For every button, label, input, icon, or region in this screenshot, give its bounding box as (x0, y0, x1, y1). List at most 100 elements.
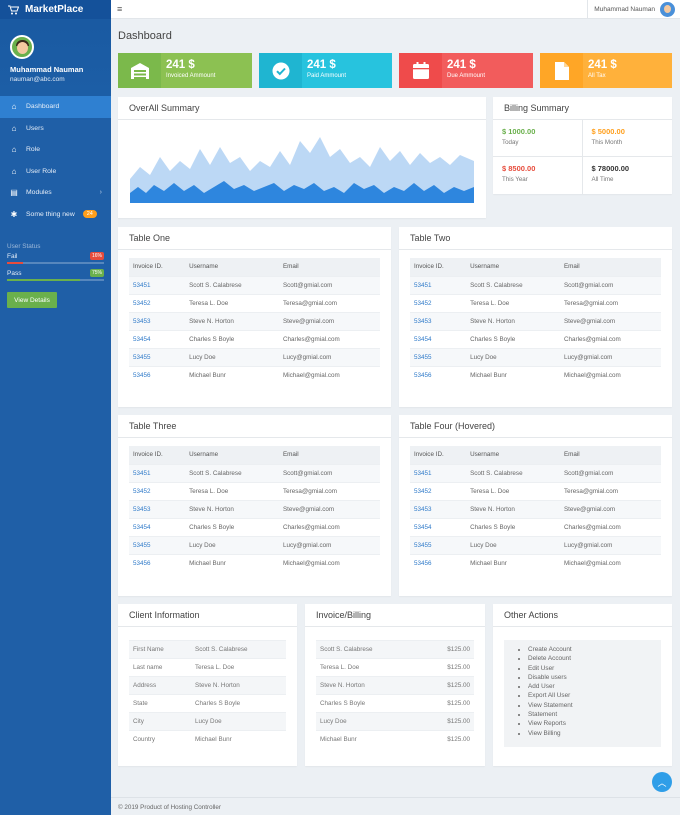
stat-tax[interactable]: 241 $ All Tax (540, 53, 672, 88)
table-row[interactable]: 53451 Scott S. Calabrese Scott@gmial.com (129, 463, 380, 482)
stat-paid[interactable]: 241 $ Paid Ammount (259, 53, 392, 88)
field-label: Address (129, 676, 191, 695)
table-row[interactable]: 53453 Steve N. Horton Steve@gmial.com (410, 499, 661, 518)
invoice-id-cell[interactable]: 53453 (410, 311, 467, 330)
invoice-id-cell[interactable]: 53454 (410, 329, 467, 348)
table-row: Address Steve N. Horton (129, 676, 286, 695)
amount: $125.00 (418, 640, 474, 659)
action-link[interactable]: View Reports (528, 719, 661, 728)
invoice-id-cell[interactable]: 53455 (129, 347, 186, 366)
profile: Muhammad Nauman nauman@abc.com (0, 19, 111, 96)
table-row[interactable]: 53453 Steve N. Horton Steve@gmial.com (410, 311, 661, 330)
action-link[interactable]: Create Account (528, 645, 661, 654)
billing-label: Today (502, 139, 519, 146)
table-row[interactable]: 53455 Lucy Doe Lucy@gmial.com (129, 535, 380, 554)
invoice-id-cell[interactable]: 53456 (129, 365, 186, 384)
invoice-id-cell[interactable]: 53454 (129, 329, 186, 348)
table-row[interactable]: 53454 Charles S Boyle Charles@gmial.com (129, 329, 380, 348)
view-details-button[interactable]: View Details (7, 292, 57, 308)
avatar[interactable] (660, 2, 675, 17)
sidebar-item-modules[interactable]: ▤ Modules › (0, 182, 111, 204)
calendar-icon (399, 53, 442, 88)
action-link[interactable]: Disable users (528, 673, 661, 682)
email-cell: Scott@gmial.com (278, 463, 380, 482)
table-row[interactable]: 53453 Steve N. Horton Steve@gmial.com (129, 499, 380, 518)
invoice-id-cell[interactable]: 53452 (129, 481, 186, 500)
username-cell: Steve N. Horton (185, 311, 279, 330)
table-row[interactable]: 53454 Charles S Boyle Charles@gmial.com (410, 329, 661, 348)
table-row[interactable]: 53454 Charles S Boyle Charles@gmial.com (410, 517, 661, 536)
table-row[interactable]: 53452 Teresa L. Doe Teresa@gmial.com (410, 293, 661, 312)
action-link[interactable]: View Statement (528, 701, 661, 710)
brand[interactable]: MarketPlace (0, 0, 111, 19)
avatar[interactable] (10, 35, 34, 59)
invoice-id-cell[interactable]: 53453 (410, 499, 467, 518)
sidebar: MarketPlace Muhammad Nauman nauman@abc.c… (0, 0, 111, 815)
table-row[interactable]: 53451 Scott S. Calabrese Scott@gmial.com (410, 463, 661, 482)
client-info-table: First Name Scott S. Calabrese Last name Ter… (129, 640, 286, 749)
invoice-id-cell[interactable]: 53454 (410, 517, 467, 536)
modules-icon: ▤ (10, 188, 18, 198)
username-cell: Michael Bunr (185, 365, 279, 384)
invoice-id-cell[interactable]: 53452 (410, 481, 467, 500)
billing-value: $ 8500.00 (502, 164, 536, 173)
table-row[interactable]: 53456 Michael Bunr Michael@gmial.com (410, 553, 661, 572)
table-row[interactable]: 53456 Michael Bunr Michael@gmial.com (410, 365, 661, 384)
invoice-id-cell[interactable]: 53451 (129, 275, 186, 294)
stat-due[interactable]: 241 $ Due Ammount (399, 53, 533, 88)
card-title: Billing Summary (493, 97, 672, 120)
action-link[interactable]: Edit User (528, 664, 661, 673)
action-link[interactable]: Statement (528, 710, 661, 719)
sidebar-item-something-new[interactable]: ✱ Some thing new 24 (0, 204, 111, 226)
sidebar-item-label: Modules (26, 189, 52, 197)
username-cell: Scott S. Calabrese (185, 463, 279, 482)
invoice-id-cell[interactable]: 53454 (129, 517, 186, 536)
invoice-id-cell[interactable]: 53453 (129, 311, 186, 330)
invoice-id-cell[interactable]: 53451 (129, 463, 186, 482)
table-row[interactable]: 53456 Michael Bunr Michael@gmial.com (129, 553, 380, 572)
invoice-id-cell[interactable]: 53452 (129, 293, 186, 312)
table-row[interactable]: 53452 Teresa L. Doe Teresa@gmial.com (129, 481, 380, 500)
table-row[interactable]: 53454 Charles S Boyle Charles@gmial.com (129, 517, 380, 536)
billing-value: $ 78000.00 (591, 164, 630, 173)
client-name: Charles S Boyle (316, 694, 419, 713)
menu-icon[interactable]: ≡ (117, 4, 122, 14)
sidebar-item-role[interactable]: ⌂ Role (0, 139, 111, 161)
invoice-id-cell[interactable]: 53452 (410, 293, 467, 312)
table-row: Scott S. Calabrese $125.00 (316, 640, 474, 659)
action-link[interactable]: View Billing (528, 729, 661, 738)
invoice-id-cell[interactable]: 53451 (410, 463, 467, 482)
table-three-card: Table Three Invoice ID. Username Email 5345… (118, 415, 391, 596)
client-name: Steve N. Horton (316, 676, 419, 695)
invoice-id-cell[interactable]: 53453 (129, 499, 186, 518)
table-row[interactable]: 53455 Lucy Doe Lucy@gmial.com (410, 347, 661, 366)
action-link[interactable]: Delete Account (528, 654, 661, 663)
table-row[interactable]: 53456 Michael Bunr Michael@gmial.com (129, 365, 380, 384)
stat-label: Invoiced Ammount (166, 73, 216, 79)
invoice-id-cell[interactable]: 53456 (410, 365, 467, 384)
sidebar-item-user-role[interactable]: ⌂ User Role (0, 161, 111, 183)
table-row[interactable]: 53453 Steve N. Horton Steve@gmial.com (129, 311, 380, 330)
invoice-id-cell[interactable]: 53451 (410, 275, 467, 294)
table-row[interactable]: 53452 Teresa L. Doe Teresa@gmial.com (129, 293, 380, 312)
action-link[interactable]: Add User (528, 682, 661, 691)
invoice-id-cell[interactable]: 53456 (410, 553, 467, 572)
sidebar-item-users[interactable]: ⌂ Users (0, 118, 111, 140)
invoice-id-cell[interactable]: 53455 (410, 347, 467, 366)
table-row[interactable]: 53455 Lucy Doe Lucy@gmial.com (129, 347, 380, 366)
table-row[interactable]: 53452 Teresa L. Doe Teresa@gmial.com (410, 481, 661, 500)
table-row[interactable]: 53455 Lucy Doe Lucy@gmial.com (410, 535, 661, 554)
pass-badge: 75% (89, 269, 104, 277)
invoice-id-cell[interactable]: 53455 (129, 535, 186, 554)
action-link[interactable]: Export All User (528, 691, 661, 700)
cart-icon (8, 5, 19, 14)
table-row[interactable]: 53451 Scott S. Calabrese Scott@gmial.com (410, 275, 661, 294)
invoice-id-cell[interactable]: 53456 (129, 553, 186, 572)
username-cell: Charles S Boyle (185, 517, 279, 536)
scroll-top-button[interactable]: ︿ (652, 772, 672, 792)
stat-invoiced[interactable]: 241 $ Invoiced Ammount (118, 53, 252, 88)
invoice-id-cell[interactable]: 53455 (410, 535, 467, 554)
sidebar-item-dashboard[interactable]: ⌂ Dashboard (0, 96, 111, 118)
table-row[interactable]: 53451 Scott S. Calabrese Scott@gmial.com (129, 275, 380, 294)
top-user-menu[interactable]: Muhammad Nauman (587, 0, 675, 19)
